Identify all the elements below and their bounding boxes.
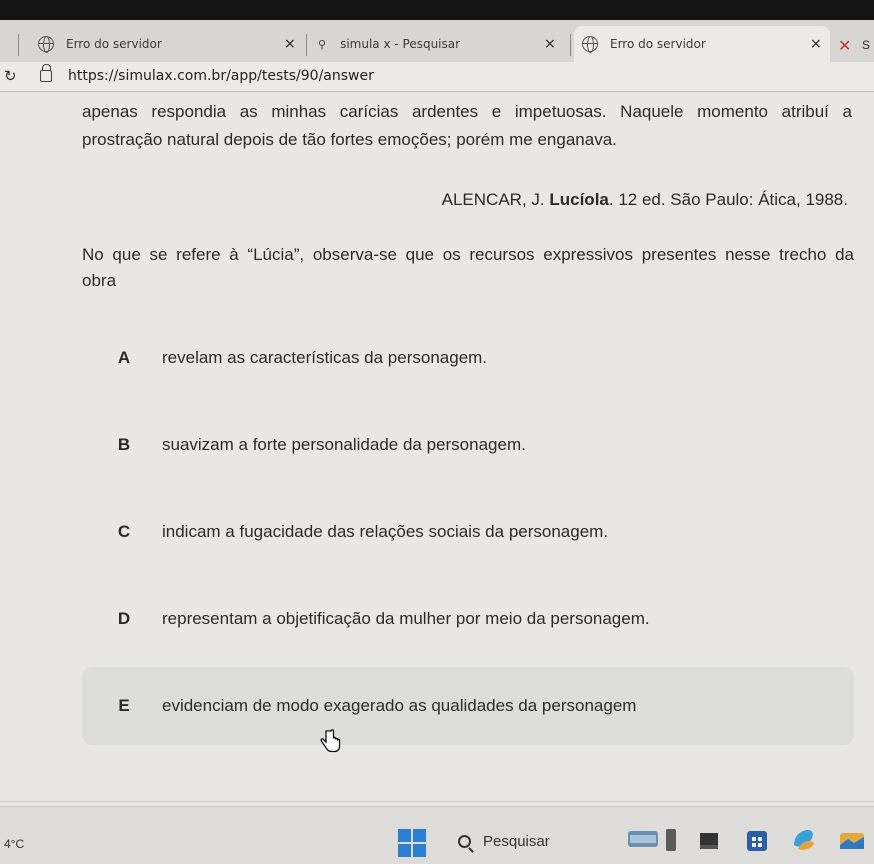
option-text: representam a objetificação da mulher po…	[162, 609, 650, 628]
question-line-1: No que se refere à “Lúcia”, observa-se q…	[82, 245, 854, 264]
tab-close-icon[interactable]: ×	[544, 36, 556, 52]
globe-icon	[38, 36, 54, 53]
windows-logo-square	[398, 844, 411, 857]
partial-tab-label[interactable]: S	[862, 38, 870, 52]
tab-title: Erro do servidor	[66, 37, 162, 51]
option-letter: C	[117, 522, 131, 541]
hand-cursor-icon	[320, 729, 341, 753]
globe-icon	[582, 36, 598, 53]
lock-icon[interactable]	[40, 64, 52, 82]
tab-close-icon[interactable]: ×	[284, 36, 296, 52]
file-explorer-icon[interactable]	[698, 827, 720, 853]
tab-close-icon[interactable]: ×	[810, 36, 822, 52]
tab-separator	[306, 34, 307, 56]
tab-title: simula x - Pesquisar	[340, 37, 461, 51]
question-line-2: obra	[82, 271, 117, 290]
tab-separator	[570, 34, 571, 56]
citation-details: . 12 ed. São Paulo: Ática, 1988.	[608, 190, 848, 209]
weather-temperature[interactable]: 4°C	[4, 837, 24, 851]
option-d[interactable]: D representam a objetificação da mulher …	[82, 580, 854, 658]
option-e[interactable]: E evidenciam de modo exagerado as qualid…	[82, 667, 854, 745]
url-field[interactable]: https://simulax.com.br/app/tests/90/answ…	[68, 68, 374, 84]
option-a[interactable]: A revelam as características da personag…	[82, 319, 854, 397]
option-b[interactable]: B suavizam a forte personalidade da pers…	[82, 406, 854, 484]
option-c[interactable]: C indicam a fugacidade das relações soci…	[82, 493, 854, 571]
question-text: No que se refere à “Lúcia”, observa-se q…	[82, 242, 854, 294]
option-text: suavizam a forte personalidade da person…	[162, 435, 526, 454]
option-letter: A	[117, 348, 131, 367]
passage-line-2: prostração natural depois de tão fortes …	[82, 130, 617, 149]
windows-logo-square	[413, 844, 426, 857]
tab-close-red-icon[interactable]: ✕	[838, 36, 851, 56]
option-letter: B	[117, 435, 131, 454]
taskbar-search[interactable]: Pesquisar	[458, 833, 550, 850]
tab-1[interactable]: Erro do servidor ×	[38, 26, 300, 62]
passage-line-1: apenas respondia as minhas carícias arde…	[82, 102, 852, 121]
search-icon: ⚲	[318, 37, 327, 51]
option-letter: D	[117, 609, 131, 628]
reload-icon[interactable]: ↻	[4, 67, 17, 85]
taskbar-search-label: Pesquisar	[483, 833, 550, 850]
option-text: revelam as características da personagem…	[162, 348, 488, 367]
widget-landscape-icon[interactable]	[626, 827, 682, 853]
window-top-strip	[0, 0, 874, 22]
store-icon[interactable]	[744, 827, 770, 853]
search-icon	[458, 835, 471, 848]
citation: ALENCAR, J. Lucíola. 12 ed. São Paulo: Á…	[442, 190, 848, 210]
page-content: apenas respondia as minhas carícias arde…	[0, 92, 874, 802]
taskbar: 4°C Pesquisar	[0, 806, 874, 864]
option-text: evidenciam de modo exagerado as qualidad…	[162, 696, 637, 715]
tab-2[interactable]: ⚲ simula x - Pesquisar ×	[318, 26, 568, 62]
option-letter: E	[118, 696, 130, 715]
address-bar: ↻ https://simulax.com.br/app/tests/90/an…	[0, 62, 874, 92]
windows-start-icon[interactable]	[398, 829, 426, 857]
citation-author: ALENCAR, J.	[441, 190, 545, 209]
windows-logo-square	[398, 829, 411, 842]
copilot-icon[interactable]	[790, 827, 818, 853]
windows-logo-square	[413, 829, 426, 842]
option-text: indicam a fugacidade das relações sociai…	[162, 522, 609, 541]
photos-app-icon[interactable]	[838, 827, 866, 853]
content-divider	[0, 801, 874, 802]
browser-tab-strip: Erro do servidor × ⚲ simula x - Pesquisa…	[0, 20, 874, 64]
tab-3-active[interactable]: Erro do servidor ×	[574, 26, 830, 62]
citation-work: Lucíola	[549, 190, 609, 209]
tab-separator	[18, 34, 19, 56]
tab-title: Erro do servidor	[610, 37, 706, 51]
